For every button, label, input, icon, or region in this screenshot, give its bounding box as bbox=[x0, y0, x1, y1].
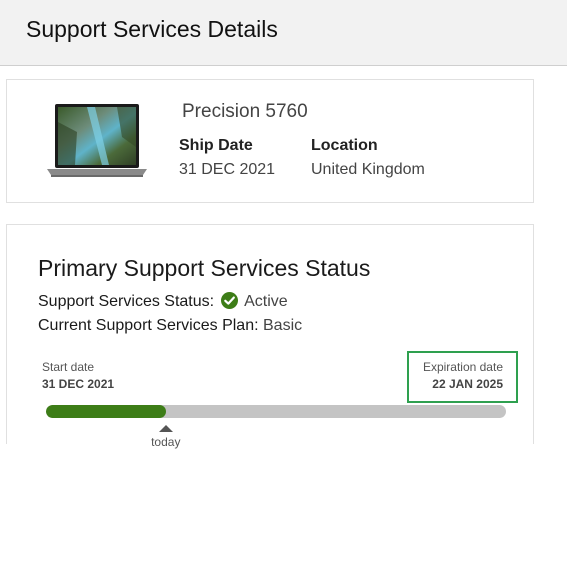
check-circle-icon bbox=[221, 292, 239, 309]
product-card: Precision 5760 Ship Date 31 DEC 2021 Loc… bbox=[6, 79, 534, 203]
expiration-date-value: 22 JAN 2025 bbox=[432, 377, 503, 391]
laptop-image bbox=[47, 104, 147, 177]
today-marker-icon bbox=[158, 425, 173, 432]
status-value: Active bbox=[244, 293, 288, 310]
location-value: United Kingdom bbox=[311, 161, 425, 178]
plan-value: Basic bbox=[263, 317, 303, 334]
page-header: Support Services Details bbox=[0, 0, 567, 66]
today-label: today bbox=[151, 435, 181, 449]
status-label: Support Services Status: bbox=[38, 293, 215, 310]
ship-date-label: Ship Date bbox=[179, 137, 253, 154]
coverage-progress-fill bbox=[46, 405, 166, 418]
start-date-value: 31 DEC 2021 bbox=[42, 377, 115, 391]
page-title: Support Services Details bbox=[26, 16, 278, 42]
plan-label: Current Support Services Plan: bbox=[38, 317, 259, 334]
status-row: Support Services Status: Active bbox=[38, 292, 288, 311]
expiration-date-label: Expiration date bbox=[422, 360, 503, 374]
plan-row: Current Support Services Plan: Basic bbox=[38, 317, 302, 335]
product-name: Precision 5760 bbox=[182, 101, 308, 122]
location-label: Location bbox=[311, 137, 378, 154]
ship-date-value: 31 DEC 2021 bbox=[179, 161, 276, 178]
status-section-title: Primary Support Services Status bbox=[38, 255, 371, 281]
support-status-card: Primary Support Services Status Support … bbox=[6, 224, 534, 449]
coverage-progress-bar bbox=[46, 405, 506, 418]
start-date-label: Start date bbox=[42, 360, 95, 374]
